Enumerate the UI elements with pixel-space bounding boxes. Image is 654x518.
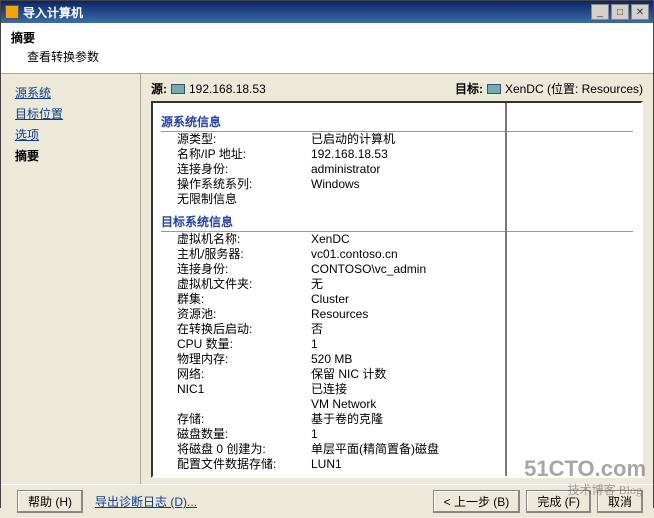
- kv-key: 存储:: [161, 412, 311, 427]
- kv-value: 无: [311, 277, 633, 292]
- kv-row: 虚拟机名称:XenDC: [161, 232, 633, 247]
- kv-value: 192.168.18.53: [311, 147, 633, 162]
- kv-row: 连接身份:CONTOSO\vc_admin: [161, 262, 633, 277]
- computer-icon: [171, 84, 185, 94]
- page-title: 摘要: [11, 29, 643, 46]
- kv-value: 已连接: [311, 382, 633, 397]
- kv-key: 资源池:: [161, 307, 311, 322]
- kv-key: [161, 397, 311, 412]
- kv-key: 名称/IP 地址:: [161, 147, 311, 162]
- sidebar-step-3: 摘要: [15, 147, 130, 164]
- maximize-button[interactable]: □: [611, 4, 629, 20]
- content-area: 源系统目标位置选项摘要 源: 192.168.18.53 目标: XenDC (…: [1, 74, 653, 484]
- kv-row: 无限制信息: [161, 192, 633, 207]
- kv-key: NIC1: [161, 382, 311, 397]
- kv-value: XenDC: [311, 232, 633, 247]
- kv-key: 群集:: [161, 292, 311, 307]
- kv-row: 操作系统系列:Windows: [161, 177, 633, 192]
- kv-row: 配置文件数据存储:LUN1: [161, 457, 633, 472]
- kv-key: CPU 数量:: [161, 337, 311, 352]
- cancel-button[interactable]: 取消: [597, 490, 643, 513]
- kv-row: NIC1已连接: [161, 382, 633, 397]
- kv-key: 连接身份:: [161, 262, 311, 277]
- kv-value: 520 MB: [311, 352, 633, 367]
- source-label: 源:: [151, 80, 167, 97]
- sidebar-step-2[interactable]: 选项: [15, 126, 130, 143]
- help-button[interactable]: 帮助 (H): [17, 490, 83, 513]
- kv-key: 主机/服务器:: [161, 247, 311, 262]
- kv-value: Cluster: [311, 292, 633, 307]
- kv-row: 群集:Cluster: [161, 292, 633, 307]
- kv-value: Windows: [311, 177, 633, 192]
- kv-key: 连接身份:: [161, 162, 311, 177]
- finish-button[interactable]: 完成 (F): [526, 490, 591, 513]
- kv-value: LUN1: [311, 457, 633, 472]
- kv-row: 网络:保留 NIC 计数: [161, 367, 633, 382]
- section-title-0: 源系统信息: [161, 113, 633, 132]
- kv-value: VM Network: [311, 397, 633, 412]
- wizard-header: 摘要 查看转换参数: [1, 23, 653, 74]
- target-value: XenDC (位置: Resources): [505, 80, 643, 97]
- kv-value: CONTOSO\vc_admin: [311, 262, 633, 277]
- kv-key: 物理内存:: [161, 352, 311, 367]
- wizard-steps-sidebar: 源系统目标位置选项摘要: [1, 74, 141, 484]
- wizard-footer: 帮助 (H) 导出诊断日志 (D)... < 上一步 (B) 完成 (F) 取消: [1, 484, 653, 518]
- server-icon: [487, 84, 501, 94]
- kv-row: 物理内存:520 MB: [161, 352, 633, 367]
- kv-key: 无限制信息: [161, 192, 311, 207]
- window-title: 导入计算机: [23, 4, 589, 21]
- back-button[interactable]: < 上一步 (B): [433, 490, 521, 513]
- kv-key: 磁盘数量:: [161, 427, 311, 442]
- main-panel: 源: 192.168.18.53 目标: XenDC (位置: Resource…: [141, 74, 653, 484]
- kv-row: 源类型:已启动的计算机: [161, 132, 633, 147]
- summary-pane[interactable]: 源系统信息源类型:已启动的计算机名称/IP 地址:192.168.18.53连接…: [151, 101, 643, 478]
- kv-value: 1: [311, 427, 633, 442]
- kv-value: 否: [311, 322, 633, 337]
- kv-key: 源类型:: [161, 132, 311, 147]
- kv-key: 虚拟机文件夹:: [161, 277, 311, 292]
- kv-row: CPU 数量:1: [161, 337, 633, 352]
- kv-value: vc01.contoso.cn: [311, 247, 633, 262]
- export-log-link[interactable]: 导出诊断日志 (D)...: [95, 493, 197, 510]
- kv-value: 保留 NIC 计数: [311, 367, 633, 382]
- kv-row: 将磁盘 0 创建为:单层平面(精简置备)磁盘: [161, 442, 633, 457]
- title-bar: 导入计算机 _ □ ✕: [1, 1, 653, 23]
- page-subtitle: 查看转换参数: [27, 48, 643, 65]
- kv-value: 单层平面(精简置备)磁盘: [311, 442, 633, 457]
- path-row: 源: 192.168.18.53 目标: XenDC (位置: Resource…: [151, 80, 643, 97]
- kv-value: [311, 192, 633, 207]
- kv-row: 存储:基于卷的克隆: [161, 412, 633, 427]
- kv-value: administrator: [311, 162, 633, 177]
- kv-row: 主机/服务器:vc01.contoso.cn: [161, 247, 633, 262]
- kv-row: 连接身份:administrator: [161, 162, 633, 177]
- kv-key: 虚拟机名称:: [161, 232, 311, 247]
- source-value: 192.168.18.53: [189, 82, 266, 96]
- kv-value: Resources: [311, 307, 633, 322]
- kv-row: 虚拟机文件夹:无: [161, 277, 633, 292]
- kv-key: 操作系统系列:: [161, 177, 311, 192]
- kv-value: 已启动的计算机: [311, 132, 633, 147]
- target-label: 目标:: [455, 80, 483, 97]
- kv-row: 资源池:Resources: [161, 307, 633, 322]
- kv-key: 网络:: [161, 367, 311, 382]
- kv-value: 1: [311, 337, 633, 352]
- sidebar-step-1[interactable]: 目标位置: [15, 105, 130, 122]
- kv-key: 在转换后启动:: [161, 322, 311, 337]
- kv-row: 磁盘数量:1: [161, 427, 633, 442]
- kv-key: 将磁盘 0 创建为:: [161, 442, 311, 457]
- minimize-button[interactable]: _: [591, 4, 609, 20]
- kv-key: 配置文件数据存储:: [161, 457, 311, 472]
- kv-row: 名称/IP 地址:192.168.18.53: [161, 147, 633, 162]
- kv-value: 基于卷的克隆: [311, 412, 633, 427]
- sidebar-step-0[interactable]: 源系统: [15, 84, 130, 101]
- close-button[interactable]: ✕: [631, 4, 649, 20]
- section-title-1: 目标系统信息: [161, 213, 633, 232]
- kv-row: VM Network: [161, 397, 633, 412]
- app-icon: [5, 5, 19, 19]
- kv-row: 在转换后启动:否: [161, 322, 633, 337]
